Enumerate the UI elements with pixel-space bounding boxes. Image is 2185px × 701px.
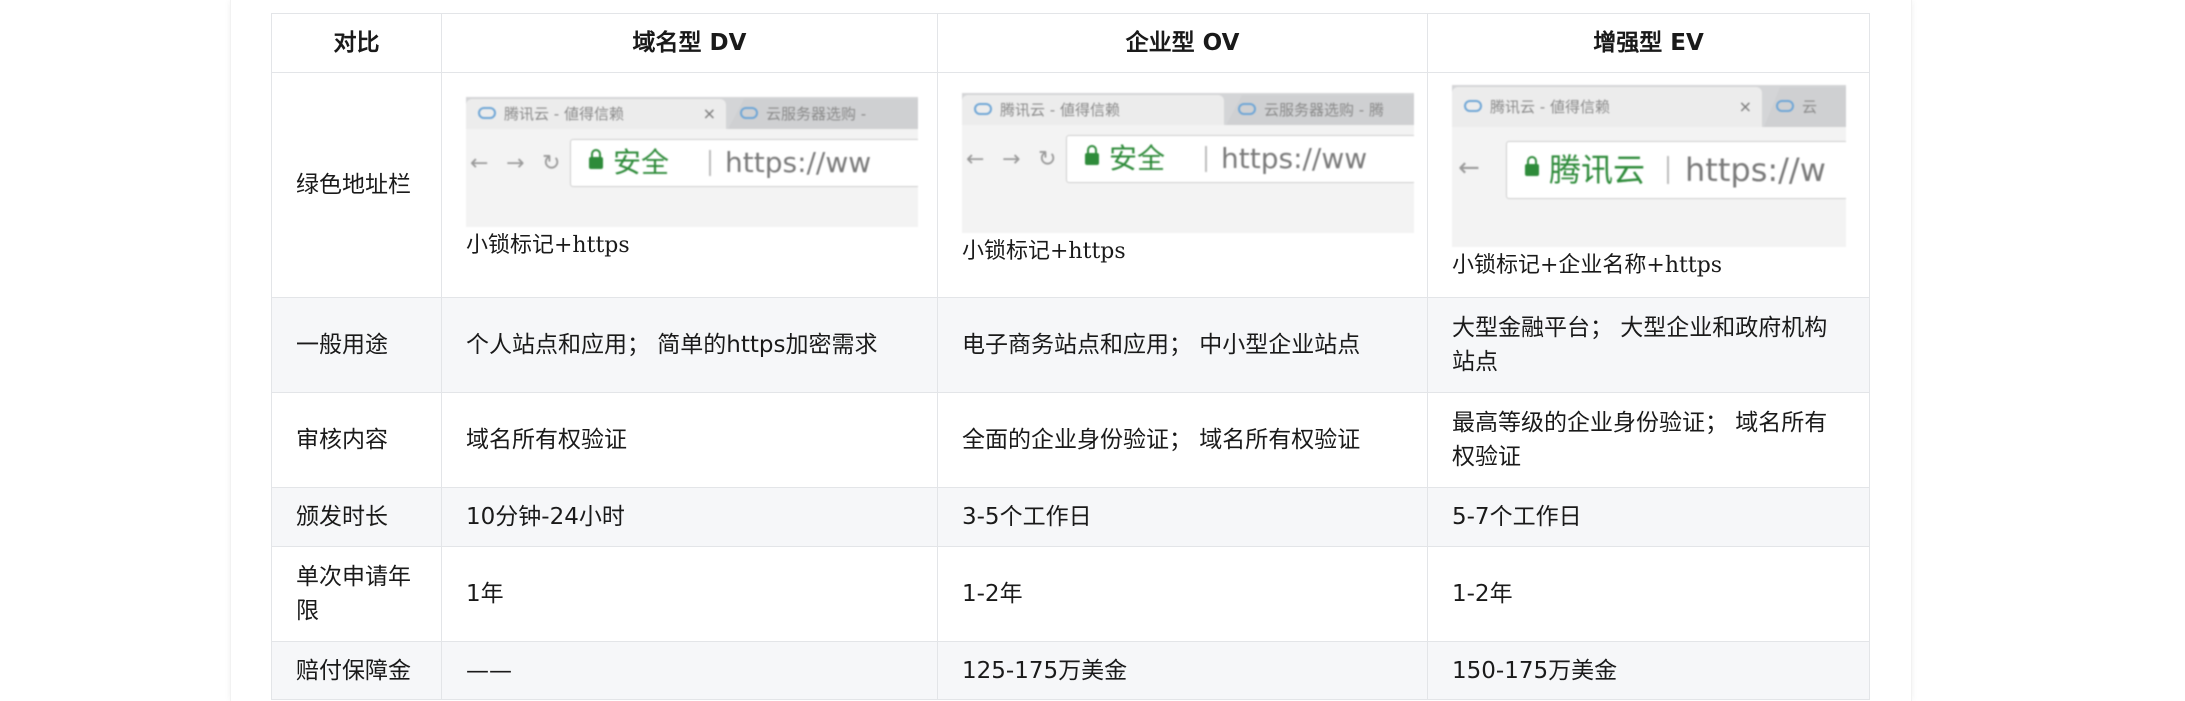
cell-ov: 3-5个工作日 bbox=[937, 487, 1428, 547]
cell-ev: 1-2年 bbox=[1427, 546, 1870, 642]
back-arrow-icon: ← bbox=[1458, 153, 1480, 183]
cell-dv: 1年 bbox=[441, 546, 938, 642]
close-icon: × bbox=[1738, 97, 1752, 116]
table-row: 审核内容 域名所有权验证 全面的企业身份验证； 域名所有权验证 最高等级的企业身… bbox=[271, 392, 1870, 488]
row-label: 审核内容 bbox=[271, 392, 442, 488]
cloud-icon bbox=[974, 103, 992, 115]
address-bar-cell-ev: 腾讯云 - 値得信赖 × 云 ← 腾讯云 https://w 小锁标记+企业名称… bbox=[1427, 72, 1870, 298]
cloud-icon bbox=[478, 107, 496, 119]
table-row: 赔付保障金 —— 125-175万美金 150-175万美金 bbox=[271, 641, 1870, 700]
lock-icon bbox=[589, 149, 603, 169]
row-label: 赔付保障金 bbox=[271, 641, 442, 700]
cell-dv: 10分钟-24小时 bbox=[441, 487, 938, 547]
url-text: https://ww bbox=[1221, 142, 1368, 175]
header-ov: 企业型 OV bbox=[937, 13, 1428, 73]
cell-dv: 域名所有权验证 bbox=[441, 392, 938, 488]
reload-icon: ↻ bbox=[542, 151, 561, 176]
table-header-row: 对比 域名型 DV 企业型 OV 增强型 EV bbox=[271, 13, 1870, 73]
browser-address-bar-image: 腾讯云 - 値得信赖 × 云服务器选购 - ← → ↻ 安全 https://w… bbox=[466, 97, 918, 227]
tab-title: 腾讯云 - 値得信赖 bbox=[504, 105, 624, 123]
url-bar: 安全 https://ww bbox=[570, 139, 918, 187]
row-label: 颁发时长 bbox=[271, 487, 442, 547]
table-row: 一般用途 个人站点和应用； 简单的https加密需求 电子商务站点和应用； 中小… bbox=[271, 297, 1870, 393]
cloud-icon bbox=[1776, 100, 1794, 112]
lock-icon bbox=[1525, 156, 1539, 176]
cell-ev: 5-7个工作日 bbox=[1427, 487, 1870, 547]
browser-address-bar-image: 腾讯云 - 値得信赖 云服务器选购 - 腾 ← → ↻ 安全 https://w… bbox=[962, 93, 1414, 233]
header-ev: 增强型 EV bbox=[1427, 13, 1870, 73]
cell-ov: 电子商务站点和应用； 中小型企业站点 bbox=[937, 297, 1428, 393]
cell-dv: 个人站点和应用； 简单的https加密需求 bbox=[441, 297, 938, 393]
close-icon: × bbox=[702, 104, 716, 123]
browser-address-bar-image: 腾讯云 - 値得信赖 × 云 ← 腾讯云 https://w bbox=[1452, 85, 1846, 247]
cell-ev: 大型金融平台； 大型企业和政府机构站点 bbox=[1427, 297, 1870, 393]
cell-ev: 最高等级的企业身份验证； 域名所有权验证 bbox=[1427, 392, 1870, 488]
table-row: 绿色地址栏 腾讯云 - 値得信赖 × 云服务器选购 - ← → ↻ 安全 htt… bbox=[271, 72, 1870, 298]
back-arrow-icon: ← bbox=[966, 147, 985, 172]
back-arrow-icon: ← bbox=[470, 151, 489, 176]
cloud-icon bbox=[740, 107, 758, 119]
secure-label: 安全 bbox=[613, 146, 670, 179]
page: 对比 域名型 DV 企业型 OV 增强型 EV 绿色地址栏 腾讯云 - 値得信赖… bbox=[0, 0, 2185, 701]
cell-ev: 150-175万美金 bbox=[1427, 641, 1870, 700]
address-bar-cell-dv: 腾讯云 - 値得信赖 × 云服务器选购 - ← → ↻ 安全 https://w… bbox=[441, 72, 938, 298]
tab-title: 云 bbox=[1802, 98, 1818, 116]
url-bar: 安全 https://ww bbox=[1066, 135, 1414, 183]
address-bar-cell-ov: 腾讯云 - 値得信赖 云服务器选购 - 腾 ← → ↻ 安全 https://w… bbox=[937, 72, 1428, 298]
address-bar-caption: 小锁标记+企业名称+https bbox=[1452, 253, 1723, 278]
row-label: 单次申请年限 bbox=[271, 546, 442, 642]
cell-ov: 全面的企业身份验证； 域名所有权验证 bbox=[937, 392, 1428, 488]
tab-title: 腾讯云 - 値得信赖 bbox=[1000, 101, 1120, 119]
forward-arrow-icon: → bbox=[506, 151, 525, 176]
cell-dv: —— bbox=[441, 641, 938, 700]
url-text: https://ww bbox=[725, 146, 872, 179]
reload-icon: ↻ bbox=[1038, 147, 1057, 172]
tab-title: 云服务器选购 - 腾 bbox=[1264, 101, 1384, 119]
tab-title: 腾讯云 - 値得信赖 bbox=[1490, 98, 1610, 116]
cloud-icon bbox=[1238, 103, 1256, 115]
tab-title: 云服务器选购 - bbox=[766, 105, 867, 123]
table-row: 单次申请年限 1年 1-2年 1-2年 bbox=[271, 546, 1870, 642]
cell-ov: 1-2年 bbox=[937, 546, 1428, 642]
url-text: https://w bbox=[1685, 151, 1826, 189]
secure-label: 安全 bbox=[1109, 142, 1166, 175]
address-bar-caption: 小锁标记+https bbox=[962, 239, 1126, 264]
cell-ov: 125-175万美金 bbox=[937, 641, 1428, 700]
cloud-icon bbox=[1464, 100, 1482, 112]
lock-icon bbox=[1085, 145, 1099, 165]
header-compare: 对比 bbox=[271, 13, 442, 73]
row-label: 一般用途 bbox=[271, 297, 442, 393]
header-dv: 域名型 DV bbox=[441, 13, 938, 73]
row-label: 绿色地址栏 bbox=[271, 72, 442, 298]
company-name-label: 腾讯云 bbox=[1549, 151, 1646, 189]
url-bar: 腾讯云 https://w bbox=[1506, 141, 1846, 199]
forward-arrow-icon: → bbox=[1002, 147, 1021, 172]
ssl-comparison-table: 对比 域名型 DV 企业型 OV 增强型 EV 绿色地址栏 腾讯云 - 値得信赖… bbox=[271, 13, 1870, 700]
table-row: 颁发时长 10分钟-24小时 3-5个工作日 5-7个工作日 bbox=[271, 487, 1870, 547]
address-bar-caption: 小锁标记+https bbox=[466, 233, 630, 258]
